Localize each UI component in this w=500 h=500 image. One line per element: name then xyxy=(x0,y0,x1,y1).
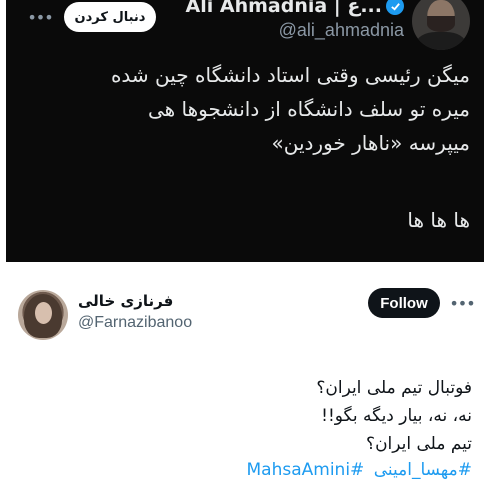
top-tweet-card: Ali Ahmadnia | ع... @ali_ahmadnia دنبال … xyxy=(6,0,484,262)
tweet-line: تیم ملی ایران؟ xyxy=(366,434,472,454)
verified-badge-icon xyxy=(386,0,404,15)
top-tweet-laugh: ها ها ها xyxy=(407,208,470,232)
top-tweet-avatar[interactable] xyxy=(412,0,470,50)
hashtag-row: #مهسا_امینی #MahsaAmini xyxy=(243,460,473,480)
follow-button[interactable]: دنبال کردن xyxy=(64,2,156,32)
tweet-line: فوتبال تیم ملی ایران؟ xyxy=(316,378,472,398)
avatar-beard xyxy=(427,16,455,32)
hashtag-link[interactable]: #MahsaAmini xyxy=(247,460,365,480)
more-icon[interactable]: ••• xyxy=(449,288,475,318)
tweet-line: نه، نه، بیار دیگه بگو!! xyxy=(321,406,472,426)
hashtag-link[interactable]: #مهسا_امینی xyxy=(374,460,472,480)
tweet-line: میره تو سلف دانشگاه از دانشجوها هی xyxy=(147,97,470,121)
top-tweet-handle[interactable]: @ali_ahmadnia xyxy=(279,20,404,41)
bottom-tweet-text: فوتبال تیم ملی ایران؟ نه، نه، بیار دیگه … xyxy=(32,374,472,458)
top-tweet-name-row[interactable]: Ali Ahmadnia | ع... xyxy=(186,0,404,18)
tweet-line: میگن رئیسی وقتی استاد دانشگاه چین شده xyxy=(110,63,470,87)
follow-button[interactable]: Follow xyxy=(368,288,440,318)
bottom-tweet-avatar[interactable] xyxy=(18,290,68,340)
more-icon[interactable]: ••• xyxy=(27,2,53,32)
top-tweet-display-name: Ali Ahmadnia | ع... xyxy=(185,0,382,17)
bottom-tweet-card: فرنازی خالی @Farnazibanoo Follow ••• فوت… xyxy=(6,270,484,500)
tweet-line: میپرسه «ناهار خوردین» xyxy=(271,131,471,155)
bottom-tweet-handle[interactable]: @Farnazibanoo xyxy=(78,314,192,332)
top-tweet-text: میگن رئیسی وقتی استاد دانشگاه چین شده می… xyxy=(20,58,470,160)
bottom-tweet-display-name[interactable]: فرنازی خالی xyxy=(78,292,173,310)
avatar-face xyxy=(35,302,52,324)
avatar-shirt xyxy=(416,32,466,50)
